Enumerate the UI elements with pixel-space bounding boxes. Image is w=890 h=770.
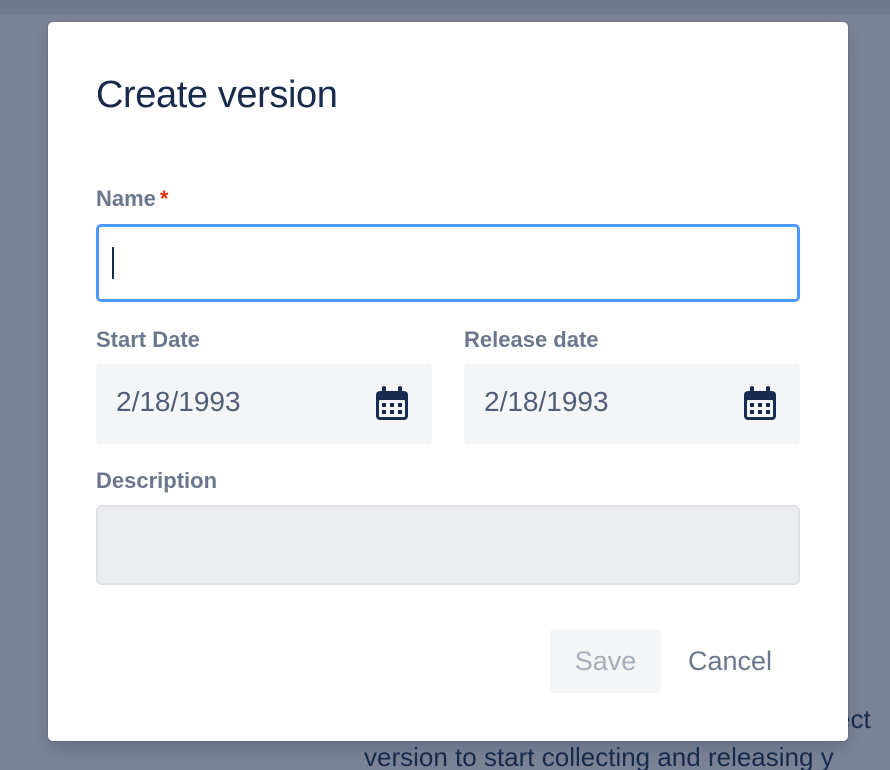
release-date-label: Release date [464, 327, 599, 352]
description-label: Description [96, 468, 218, 493]
text-caret [112, 247, 114, 279]
start-date-field[interactable]: 2/18/1993 [96, 364, 432, 444]
start-date-label: Start Date [96, 327, 200, 352]
page-header-strip [0, 0, 890, 14]
start-date-value: 2/18/1993 [116, 386, 241, 417]
calendar-icon[interactable] [372, 384, 412, 424]
description-field[interactable] [96, 505, 800, 585]
release-date-value: 2/18/1993 [484, 386, 609, 417]
save-button[interactable]: Save [550, 629, 661, 693]
name-label-text: Name [96, 186, 156, 211]
required-asterisk: * [159, 186, 169, 211]
dialog-title: Create version [96, 74, 338, 116]
name-input[interactable] [96, 224, 800, 302]
name-label: Name * [96, 186, 168, 212]
release-date-field[interactable]: 2/18/1993 [464, 364, 800, 444]
calendar-icon[interactable] [740, 384, 780, 424]
background-text-line-2: version to start collecting and releasin… [364, 742, 834, 770]
cancel-button[interactable]: Cancel [669, 629, 791, 693]
create-version-dialog: Create version Name * Start Date 2/18/199… [48, 22, 848, 741]
